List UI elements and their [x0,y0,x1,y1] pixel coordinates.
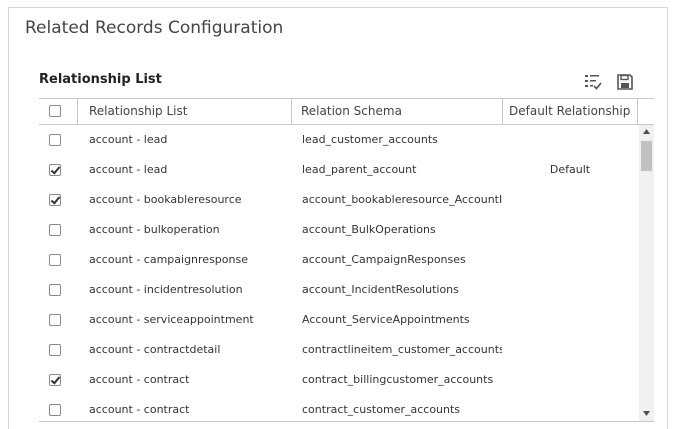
relationship-cell: account - lead [89,133,168,146]
relationship-cell: account - bulkoperation [89,223,220,236]
default-cell [503,275,637,305]
scroll-down-arrow-icon[interactable] [639,407,654,421]
schema-cell: account_BulkOperations [302,223,436,236]
schema-cell: contractlineitem_customer_accounts [302,343,502,356]
select-all-checkbox[interactable] [49,105,61,117]
relationship-cell: account - contract [89,373,190,386]
default-cell [503,395,637,421]
row-checkbox[interactable] [49,374,61,386]
column-header-default[interactable]: Default Relationship [503,99,633,125]
table-row[interactable]: account - contract contract_customer_acco… [39,395,639,421]
relationship-cell: account - contract [89,403,190,416]
relationship-cell: account - lead [89,163,168,176]
checklist-icon[interactable] [583,72,603,92]
row-checkbox[interactable] [49,194,61,206]
save-icon[interactable] [615,72,635,92]
table-row[interactable]: account - campaignresponse account_Campai… [39,245,639,275]
default-cell [503,335,637,365]
schema-cell: lead_customer_accounts [302,133,438,146]
row-checkbox[interactable] [49,134,61,146]
default-cell [503,305,637,335]
relationship-grid: Relationship List Relation Schema Defaul… [39,98,654,422]
grid-rows: account - lead lead_customer_accounts acco… [39,125,639,421]
relationship-cell: account - incidentresolution [89,283,243,296]
grid-header: Relationship List Relation Schema Defaul… [39,99,654,125]
schema-cell: Account_ServiceAppointments [302,313,470,326]
schema-cell: account_CampaignResponses [302,253,466,266]
related-records-panel: Related Records Configuration Relationsh… [8,7,668,429]
default-cell [503,185,637,215]
panel-title: Related Records Configuration [25,18,284,38]
row-checkbox[interactable] [49,404,61,416]
table-row[interactable]: account - contractdetail contractlineitem… [39,335,639,365]
table-row[interactable]: account - serviceappointment Account_Serv… [39,305,639,335]
scroll-up-arrow-icon[interactable] [639,125,654,139]
table-row[interactable]: account - incidentresolution account_Inci… [39,275,639,305]
row-checkbox[interactable] [49,164,61,176]
table-row[interactable]: account - lead lead_parent_account Default [39,155,639,185]
row-checkbox[interactable] [49,224,61,236]
vertical-scrollbar[interactable] [639,125,654,421]
relationship-cell: account - contractdetail [89,343,221,356]
default-cell [503,365,637,395]
schema-cell: lead_parent_account [302,163,417,176]
row-checkbox[interactable] [49,344,61,356]
scrollbar-thumb[interactable] [641,141,652,171]
schema-cell: account_bookableresource_AccountId [302,193,502,206]
schema-cell: contract_customer_accounts [302,403,461,416]
row-checkbox[interactable] [49,314,61,326]
table-row[interactable]: account - lead lead_customer_accounts [39,125,639,155]
schema-cell: contract_billingcustomer_accounts [302,373,494,386]
table-row[interactable]: account - contract contract_billingcustom… [39,365,639,395]
default-cell [503,125,637,155]
row-checkbox[interactable] [49,254,61,266]
default-cell [503,245,637,275]
schema-cell: account_IncidentResolutions [302,283,459,296]
default-cell [503,215,637,245]
column-header-relationship[interactable]: Relationship List [83,99,291,125]
table-row[interactable]: account - bookableresource account_bookab… [39,185,639,215]
relationship-cell: account - campaignresponse [89,253,248,266]
relationship-list-title: Relationship List [39,72,162,87]
relationship-cell: account - serviceappointment [89,313,254,326]
row-checkbox[interactable] [49,284,61,296]
column-header-schema[interactable]: Relation Schema [295,99,503,125]
table-row[interactable]: account - bulkoperation account_BulkOpera… [39,215,639,245]
default-cell: Default [549,163,591,176]
relationship-cell: account - bookableresource [89,193,242,206]
